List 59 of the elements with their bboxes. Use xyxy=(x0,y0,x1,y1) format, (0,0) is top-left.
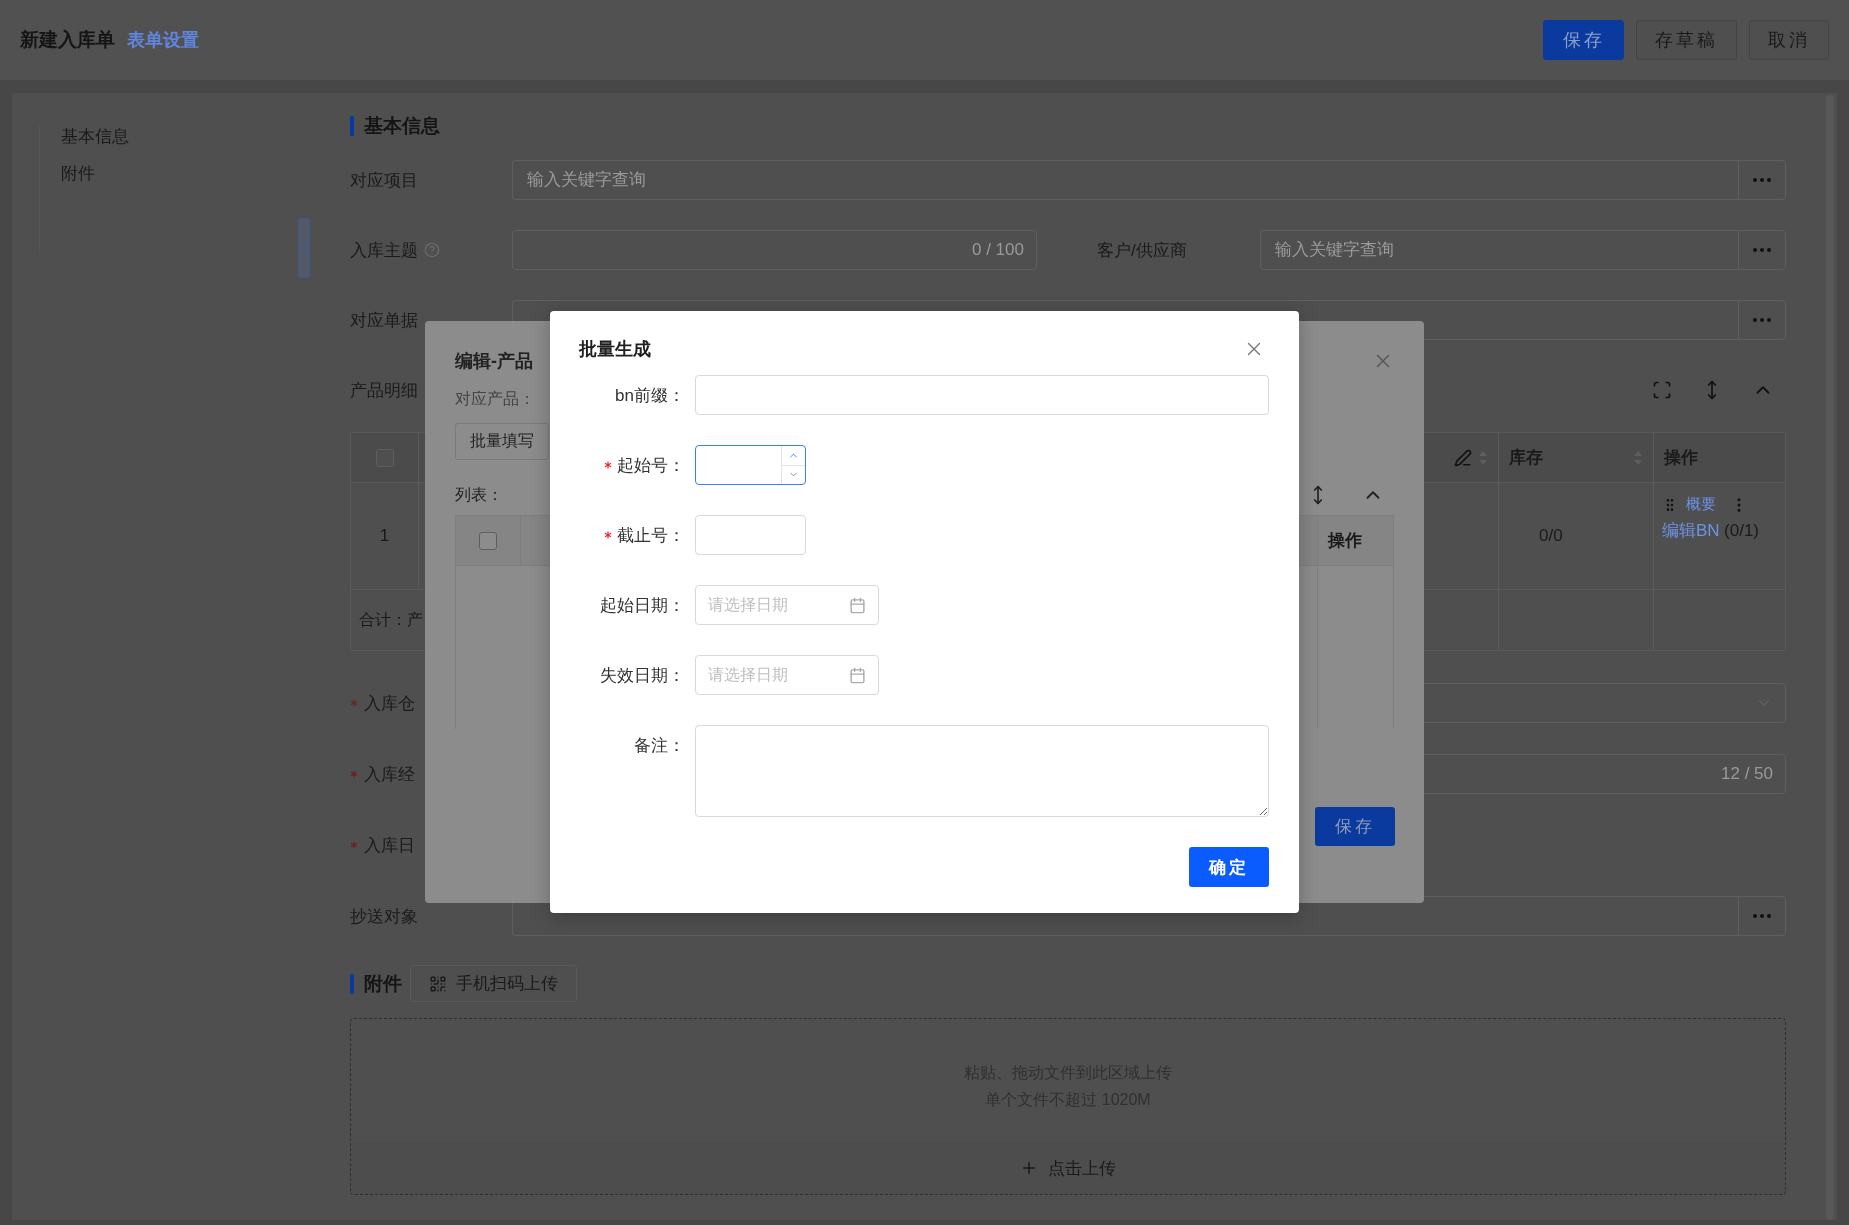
field-label: bn前缀： xyxy=(615,384,685,407)
more-icon xyxy=(1753,248,1771,252)
more-button[interactable] xyxy=(1738,300,1786,340)
dialog-title: 编辑-产品 xyxy=(455,350,533,373)
save-button[interactable]: 保存 xyxy=(1543,20,1624,60)
required-icon xyxy=(350,841,358,849)
calendar-icon xyxy=(849,666,866,684)
more-icon xyxy=(1753,914,1771,918)
field-label: 截止号： xyxy=(617,524,685,547)
character-counter: 0 / 100 xyxy=(972,240,1024,260)
edit-bn-link[interactable]: 编辑BN xyxy=(1662,521,1720,540)
section-title: 附件 xyxy=(364,971,402,996)
text-field[interactable] xyxy=(695,375,1269,415)
required-icon xyxy=(604,531,612,539)
form-settings-link[interactable]: 表单设置 xyxy=(127,28,199,52)
plus-icon xyxy=(1020,1159,1038,1177)
dialog-title: 批量生成 xyxy=(579,338,651,361)
more-icon xyxy=(1753,178,1771,182)
remark-field[interactable] xyxy=(695,725,1269,817)
calendar-icon xyxy=(849,596,866,614)
list-label: 列表： xyxy=(455,484,503,505)
edit-icon[interactable] xyxy=(1454,448,1472,467)
date-picker[interactable]: 请选择日期 xyxy=(695,585,879,625)
text-field[interactable] xyxy=(695,515,806,555)
more-button[interactable] xyxy=(1738,896,1786,936)
date-placeholder: 请选择日期 xyxy=(708,664,788,685)
qr-code-icon xyxy=(429,974,447,993)
number-field[interactable] xyxy=(695,445,806,485)
section-marker xyxy=(350,116,354,136)
character-counter: 12 / 50 xyxy=(1721,764,1773,784)
field-label: 失效日期： xyxy=(600,664,685,687)
field-label: 起始日期： xyxy=(600,594,685,617)
summary-link[interactable]: 概要 xyxy=(1686,495,1716,514)
collapse-handle[interactable] xyxy=(298,218,310,278)
section-marker xyxy=(350,973,354,994)
fullscreen-icon[interactable] xyxy=(1652,380,1672,400)
lookup-field[interactable]: 输入关键字查询 xyxy=(512,160,1738,200)
column-header: 操作 xyxy=(1328,530,1362,552)
save-button[interactable]: 保存 xyxy=(1315,807,1395,846)
help-icon[interactable] xyxy=(424,242,440,258)
batch-fill-button[interactable]: 批量填写 xyxy=(455,423,549,460)
field-label: 备注： xyxy=(634,734,685,757)
confirm-button[interactable]: 确定 xyxy=(1189,847,1269,887)
more-button[interactable] xyxy=(1738,160,1786,200)
required-icon xyxy=(350,699,358,707)
more-button[interactable] xyxy=(1738,230,1786,270)
required-icon xyxy=(350,770,358,778)
text-field[interactable]: 0 / 100 xyxy=(512,230,1037,270)
product-label: 对应产品： xyxy=(455,389,535,409)
chevron-left-icon xyxy=(301,241,307,255)
required-icon xyxy=(604,461,612,469)
date-placeholder: 请选择日期 xyxy=(708,594,788,615)
section-title: 基本信息 xyxy=(364,114,440,138)
date-picker[interactable]: 请选择日期 xyxy=(695,655,879,695)
checkbox[interactable] xyxy=(479,531,497,550)
page-title: 新建入库单 xyxy=(20,28,115,52)
more-icon xyxy=(1753,318,1771,322)
field-label: 起始号： xyxy=(617,454,685,477)
lookup-field[interactable]: 输入关键字查询 xyxy=(1260,230,1738,270)
